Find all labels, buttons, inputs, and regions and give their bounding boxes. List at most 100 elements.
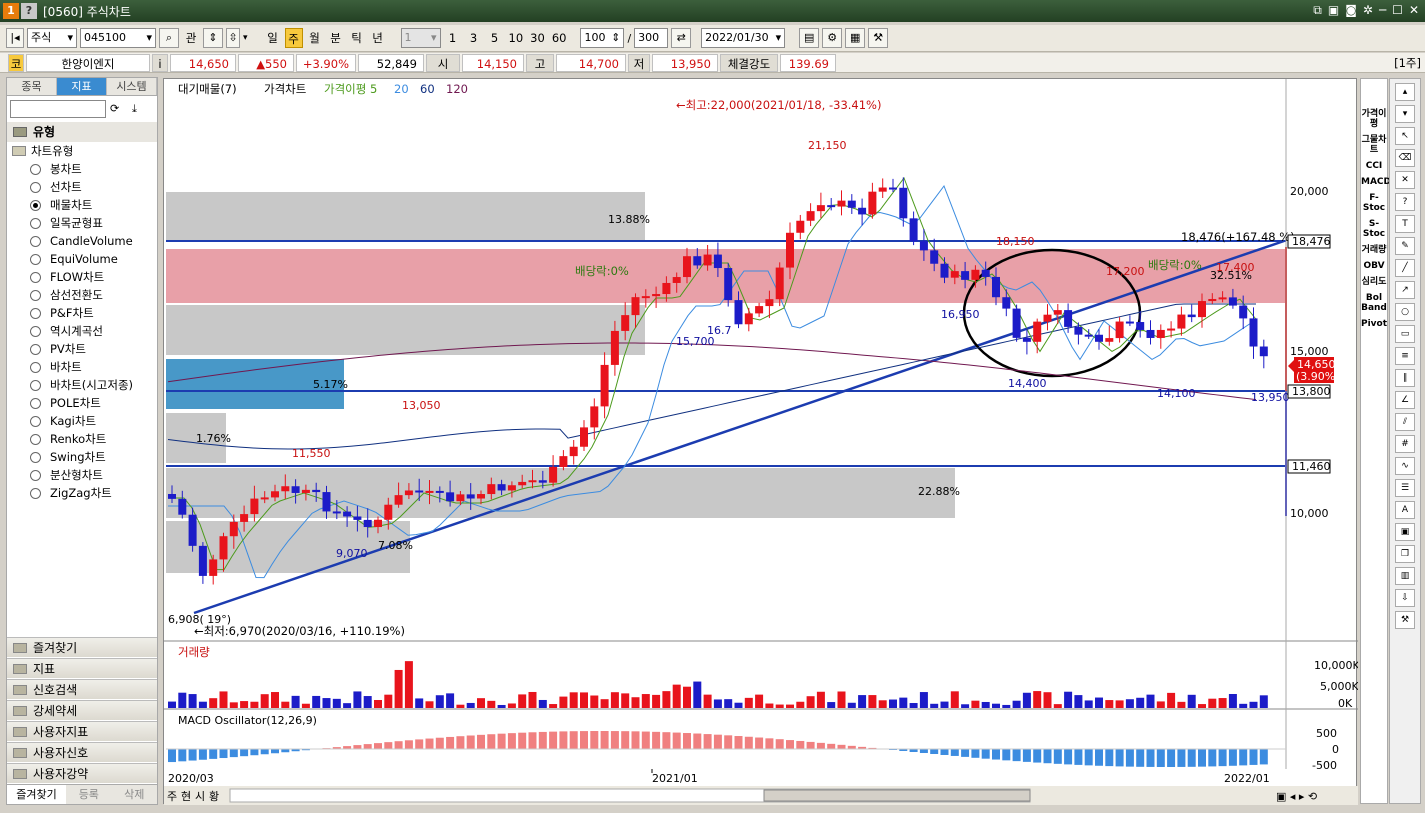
- maximize-icon[interactable]: ☐: [1392, 3, 1403, 18]
- indicator-button[interactable]: F-Stoc: [1361, 193, 1387, 213]
- sync-icon[interactable]: ⇕: [203, 28, 223, 48]
- cursor-icon[interactable]: ↖: [1395, 127, 1415, 145]
- scroll-down-icon[interactable]: ▾: [1395, 105, 1415, 123]
- pen-icon[interactable]: ✎: [1395, 237, 1415, 255]
- radio-button[interactable]: [30, 164, 41, 175]
- chart-type-item[interactable]: 봉차트: [7, 160, 157, 178]
- export-icon[interactable]: ⇩: [1395, 589, 1415, 607]
- link-icon[interactable]: ⧉: [1313, 3, 1322, 18]
- market-select[interactable]: 주식 ▾: [27, 28, 77, 48]
- chart-type-item[interactable]: 역시계곡선: [7, 322, 157, 340]
- parallel-icon[interactable]: ∥: [1395, 369, 1415, 387]
- help-icon[interactable]: ?: [21, 3, 37, 19]
- scroll-tools-icon[interactable]: ▣ ◂ ▸ ⟲: [1276, 790, 1317, 803]
- radio-button[interactable]: [30, 398, 41, 409]
- chart-type-item[interactable]: Renko차트: [7, 430, 157, 448]
- radio-button[interactable]: [30, 290, 41, 301]
- total-input[interactable]: 300: [634, 28, 669, 48]
- chart-type-item[interactable]: 매물차트: [7, 196, 157, 214]
- indicator-button[interactable]: CCI: [1361, 161, 1387, 171]
- section-1[interactable]: 지표: [7, 658, 157, 678]
- copy-icon[interactable]: ❐: [1395, 545, 1415, 563]
- scrollbar-thumb[interactable]: [763, 789, 1031, 802]
- radio-button[interactable]: [30, 236, 41, 247]
- spin-icon[interactable]: ⇳: [226, 28, 240, 48]
- chart-type-icon[interactable]: ▤: [799, 28, 820, 48]
- code-input[interactable]: 045100 ▾: [80, 28, 156, 48]
- period-day[interactable]: 일: [264, 28, 282, 48]
- tab-favorites[interactable]: 즐겨찾기: [7, 785, 67, 804]
- type-group[interactable]: 유형: [7, 122, 157, 142]
- section-3[interactable]: 강세약세: [7, 700, 157, 720]
- chart-type-item[interactable]: PV차트: [7, 340, 157, 358]
- chart-type-item[interactable]: CandleVolume: [7, 232, 157, 250]
- chart-type-item[interactable]: POLE차트: [7, 394, 157, 412]
- radio-button[interactable]: [30, 380, 41, 391]
- close-icon[interactable]: ✕: [1409, 3, 1419, 18]
- chart-type-item[interactable]: 일목균형표: [7, 214, 157, 232]
- unit-btn-10[interactable]: 10: [507, 28, 526, 48]
- kwan-button[interactable]: 관: [182, 28, 200, 48]
- refresh-icon[interactable]: ⟳: [110, 102, 119, 115]
- chart-type-item[interactable]: ZigZag차트: [7, 484, 157, 502]
- tab-hyeon[interactable]: 현: [181, 790, 191, 803]
- line-icon[interactable]: ╱: [1395, 259, 1415, 277]
- spinner-icon[interactable]: ⇕: [611, 29, 620, 47]
- chart-type-item[interactable]: EquiVolume: [7, 250, 157, 268]
- apply-icon[interactable]: ⇄: [671, 28, 692, 48]
- tab-ju[interactable]: 주: [167, 790, 177, 803]
- unit-select[interactable]: 1 ▾: [400, 28, 441, 48]
- chart-type-item[interactable]: Kagi차트: [7, 412, 157, 430]
- radio-button[interactable]: [30, 182, 41, 193]
- delete-all-icon[interactable]: ✕: [1395, 171, 1415, 189]
- chart-type-item[interactable]: Swing차트: [7, 448, 157, 466]
- fan-icon[interactable]: ⫽: [1395, 413, 1415, 431]
- unit-btn-3[interactable]: 3: [465, 28, 483, 48]
- gear-icon[interactable]: ⚙: [822, 28, 843, 48]
- unit-btn-30[interactable]: 30: [528, 28, 547, 48]
- chevron-down-icon[interactable]: ▾: [243, 33, 248, 43]
- chart-type-item[interactable]: 바차트: [7, 358, 157, 376]
- tab-items[interactable]: 종목: [7, 78, 57, 95]
- period-tick[interactable]: 틱: [348, 28, 366, 48]
- delete-button[interactable]: 삭제: [111, 785, 157, 804]
- radio-button[interactable]: [30, 470, 41, 481]
- radio-button[interactable]: [30, 488, 41, 499]
- unit-btn-5[interactable]: 5: [486, 28, 504, 48]
- section-0[interactable]: 즐겨찾기: [7, 637, 157, 657]
- radio-button[interactable]: [30, 416, 41, 427]
- indicator-button[interactable]: 그물차트: [1361, 135, 1387, 155]
- period-month[interactable]: 월: [306, 28, 324, 48]
- help-icon[interactable]: ?: [1395, 193, 1415, 211]
- indicator-button[interactable]: S-Stoc: [1361, 219, 1387, 239]
- config-icon[interactable]: ▣: [1328, 3, 1339, 18]
- unit-btn-1[interactable]: 1: [444, 28, 462, 48]
- tab-indicators[interactable]: 지표: [57, 78, 107, 95]
- register-button[interactable]: 등록: [66, 785, 112, 804]
- chart-icon[interactable]: ▥: [1395, 567, 1415, 585]
- radio-button[interactable]: [30, 308, 41, 319]
- radio-button[interactable]: [30, 452, 41, 463]
- radio-button[interactable]: [30, 434, 41, 445]
- download-icon[interactable]: ⤓: [132, 102, 137, 116]
- angle-icon[interactable]: ∠: [1395, 391, 1415, 409]
- period-year[interactable]: 년: [369, 28, 387, 48]
- chart-type-subgroup[interactable]: 차트유형: [7, 142, 157, 160]
- wrench-icon[interactable]: ⚒: [1395, 611, 1415, 629]
- rect-icon[interactable]: ▭: [1395, 325, 1415, 343]
- section-4[interactable]: 사용자지표: [7, 721, 157, 741]
- count-input[interactable]: 100 ⇕: [580, 28, 625, 48]
- indicator-button[interactable]: 거래량: [1361, 245, 1387, 255]
- radio-button[interactable]: [30, 200, 41, 211]
- fibo-icon[interactable]: ≡: [1395, 347, 1415, 365]
- indicator-button[interactable]: Pivot: [1361, 319, 1387, 329]
- tab-si[interactable]: 시: [195, 790, 205, 803]
- settings-icon[interactable]: ✲: [1363, 3, 1373, 18]
- radio-button[interactable]: [30, 362, 41, 373]
- window-icon[interactable]: ▣: [1395, 523, 1415, 541]
- auto-icon[interactable]: A: [1395, 501, 1415, 519]
- minimize-icon[interactable]: ─: [1379, 3, 1386, 18]
- circle-icon[interactable]: ○: [1395, 303, 1415, 321]
- indicator-button[interactable]: 심리도: [1361, 277, 1387, 287]
- tools-icon[interactable]: ⚒: [868, 28, 889, 48]
